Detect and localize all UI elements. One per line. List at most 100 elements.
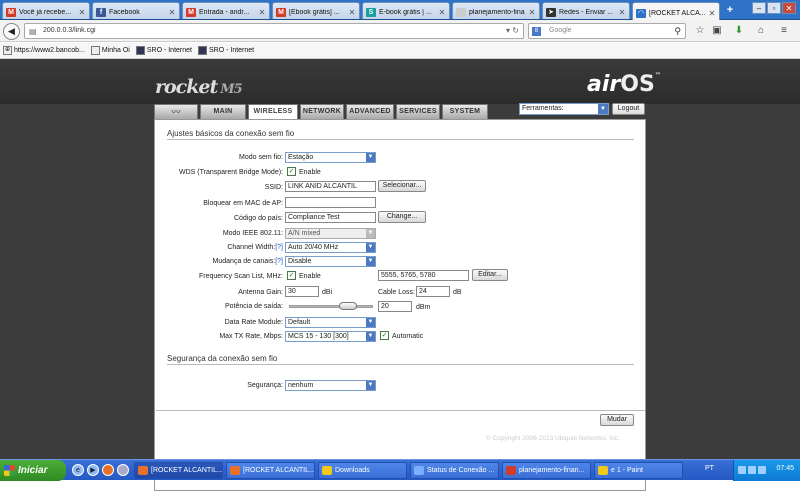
volume-icon[interactable] — [748, 466, 756, 474]
apply-button[interactable]: Mudar — [600, 414, 634, 426]
taskbar-item[interactable]: e 1 - Paint — [594, 462, 683, 479]
power-label: Potência de saída: — [225, 303, 283, 310]
lock-mac-input[interactable] — [285, 197, 376, 208]
power-slider-handle[interactable] — [338, 302, 357, 310]
star-icon[interactable]: ☆ — [694, 25, 706, 37]
bookmark-icon: ⊕ — [3, 46, 12, 55]
ie-icon[interactable]: e — [72, 464, 84, 476]
tools-select[interactable]: Ferramentas: ▼ — [519, 103, 609, 115]
tab-main[interactable]: MAIN — [200, 104, 246, 119]
firefox-icon[interactable] — [102, 464, 114, 476]
taskbar-item[interactable]: [ROCKET ALCANTIL... — [134, 462, 223, 479]
close-icon[interactable]: ✕ — [528, 8, 536, 17]
clipboard-icon[interactable]: ▣ — [711, 25, 723, 37]
antenna-gain-input[interactable]: 30 — [285, 286, 319, 297]
channel-width-help[interactable]: [?] — [275, 244, 283, 251]
logout-button[interactable]: Logout — [612, 103, 645, 115]
download-icon[interactable]: ⬇ — [733, 25, 745, 37]
url-bar[interactable]: ▤ 200.0.0.3/link.cgi ▾ ↻ — [24, 23, 524, 39]
close-icon[interactable]: ✕ — [258, 8, 266, 17]
reload-icon[interactable]: ▾ ↻ — [506, 26, 519, 35]
copyright-text: © Copyright 2006-2013 Ubiquiti Networks,… — [486, 435, 620, 442]
browser-nav-bar: ◀ ▤ 200.0.0.3/link.cgi ▾ ↻ 8 Google ⚲ ☆ … — [0, 20, 800, 42]
browser-tab-3[interactable]: M Entrada - andr... ✕ — [182, 2, 270, 19]
gmail-icon: M — [6, 8, 16, 17]
browser-tab-5[interactable]: S E-book grátis | ... ✕ — [362, 2, 450, 19]
start-button[interactable]: Iniciar — [0, 460, 66, 481]
maximize-button[interactable]: ▫ — [767, 2, 781, 14]
tab-ubnt-logo[interactable]: 〰 — [154, 104, 198, 119]
country-label: Código do país: — [233, 215, 283, 222]
tab-system[interactable]: SYSTEM — [442, 104, 488, 119]
channel-change-select[interactable]: Disable ▼ — [285, 256, 376, 267]
ieee-mode-select: A/N mixed ▼ — [285, 228, 376, 239]
minimize-button[interactable]: – — [752, 2, 766, 14]
taskbar-item[interactable]: Status de Conexão ... — [410, 462, 499, 479]
firefox-icon — [230, 466, 240, 475]
edit-freq-button[interactable]: Editar... — [472, 269, 508, 281]
home-icon[interactable]: ⌂ — [755, 25, 767, 37]
wds-checkbox[interactable]: ✓ — [287, 167, 296, 176]
close-icon[interactable]: ✕ — [708, 9, 716, 18]
browser-tab-6[interactable]: planejamento-finan...✕ — [452, 2, 540, 19]
change-country-button[interactable]: Change... — [378, 211, 426, 223]
bookmark-item[interactable]: ⊕ https://www2.bancob... — [3, 46, 85, 55]
menu-icon[interactable]: ≡ — [778, 25, 790, 37]
select-ssid-button[interactable]: Selecionar... — [378, 180, 426, 192]
bookmark-icon — [197, 46, 207, 55]
cable-loss-input[interactable]: 24 — [416, 286, 450, 297]
bookmark-item[interactable]: SRO - Internet — [135, 46, 192, 55]
max-tx-select[interactable]: MCS 15 - 130 [300] ▼ — [285, 331, 376, 342]
browser-tab-8[interactable]: ◠ [ROCKET ALCA... ✕ — [632, 2, 720, 20]
bookmark-item[interactable]: Minha Oi — [90, 46, 130, 55]
close-icon[interactable]: ✕ — [168, 8, 176, 17]
power-input[interactable]: 20 — [378, 301, 412, 312]
taskbar-item[interactable]: Downloads — [318, 462, 407, 479]
power-slider-track[interactable] — [289, 305, 373, 308]
tab-network[interactable]: NETWORK — [300, 104, 344, 119]
browser-tab-1[interactable]: M Você já recebe... ✕ — [2, 2, 90, 19]
data-rate-label: Data Rate Module: — [224, 319, 283, 326]
security-tray-icon[interactable] — [758, 466, 766, 474]
gmail-icon: M — [276, 8, 286, 17]
channel-change-help[interactable]: [?] — [275, 258, 283, 265]
close-icon[interactable]: ✕ — [618, 8, 626, 17]
tab-services[interactable]: SERVICES — [396, 104, 440, 119]
close-icon[interactable]: ✕ — [438, 8, 446, 17]
freq-checkbox[interactable]: ✓ — [287, 271, 296, 280]
page-icon — [456, 8, 466, 17]
folder-icon[interactable] — [117, 464, 129, 476]
taskbar-item[interactable]: planejamento-finan... — [502, 462, 591, 479]
close-icon[interactable]: ✕ — [78, 8, 86, 17]
security-select[interactable]: nenhum ▼ — [285, 380, 376, 391]
search-box[interactable]: 8 Google ⚲ — [528, 23, 686, 39]
automatic-checkbox[interactable]: ✓ — [380, 331, 389, 340]
data-rate-select[interactable]: Default ▼ — [285, 317, 376, 328]
site-identity-icon[interactable]: ▤ — [29, 27, 37, 36]
mode-label: Modo sem fio: — [239, 154, 283, 161]
channel-width-select[interactable]: Auto 20/40 MHz ▼ — [285, 242, 376, 253]
new-tab-button[interactable]: + — [724, 4, 736, 16]
language-indicator[interactable]: PT — [705, 465, 714, 472]
search-icon[interactable]: ⚲ — [674, 26, 681, 37]
freq-list-input[interactable]: 5555, 5765, 5780 — [378, 270, 469, 281]
tab-advanced[interactable]: ADVANCED — [346, 104, 394, 119]
network-tray-icon[interactable] — [738, 466, 746, 474]
back-button[interactable]: ◀ — [3, 23, 20, 40]
browser-tab-2[interactable]: f Facebook ✕ — [92, 2, 180, 19]
bookmark-item[interactable]: SRO - Internet — [197, 46, 254, 55]
close-window-button[interactable]: ✕ — [782, 2, 796, 14]
media-player-icon[interactable]: ▶ — [87, 464, 99, 476]
lock-mac-label: Bloquear em MAC de AP: — [203, 200, 283, 207]
browser-tab-4[interactable]: M [Ebook grátis] ... ✕ — [272, 2, 360, 19]
chevron-down-icon: ▼ — [366, 153, 375, 162]
tab-wireless[interactable]: WIRELESS — [248, 104, 298, 120]
ssid-label: SSID: — [264, 184, 283, 191]
taskbar-item[interactable]: [ROCKET ALCANTIL... — [226, 462, 315, 479]
network-icon — [414, 466, 424, 475]
ssid-input[interactable]: LINK ANID ALCANTIL — [285, 181, 376, 192]
browser-tab-7[interactable]: ➤ Redes - Enviar ... ✕ — [542, 2, 630, 19]
close-icon[interactable]: ✕ — [348, 8, 356, 17]
section-title: Ajustes básicos da conexão sem fio — [167, 129, 295, 138]
mode-select[interactable]: Estação ▼ — [285, 152, 376, 163]
